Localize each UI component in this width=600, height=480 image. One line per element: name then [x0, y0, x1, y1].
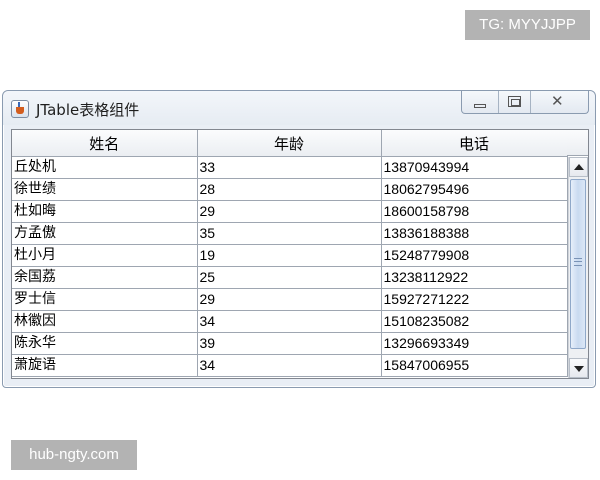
cell-age[interactable]: 39 — [197, 332, 382, 355]
cell-name[interactable]: 陈永华 — [12, 332, 198, 355]
cell-name[interactable]: 丘处机 — [12, 156, 198, 179]
table-row[interactable]: 杜如晦 29 18600158798 — [12, 200, 568, 223]
screen: TG: MYYJJPP JTable表格组件 ✕ 姓名 年龄 电话 丘处机 33… — [0, 0, 600, 480]
window-controls: ✕ — [461, 91, 589, 114]
table-row[interactable]: 陈永华 39 13296693349 — [12, 332, 568, 355]
column-header-name[interactable]: 姓名 — [12, 130, 198, 157]
title-bar[interactable]: JTable表格组件 ✕ — [3, 91, 595, 125]
table-row[interactable]: 徐世绩 28 18062795496 — [12, 178, 568, 201]
cell-phone[interactable]: 13296693349 — [381, 332, 568, 355]
watermark-top: TG: MYYJJPP — [465, 10, 590, 40]
cell-name[interactable]: 余国荔 — [12, 266, 198, 289]
cell-phone[interactable]: 15847006955 — [381, 354, 568, 377]
table-row[interactable]: 余国荔 25 13238112922 — [12, 266, 568, 289]
cell-name[interactable]: 杜小月 — [12, 244, 198, 267]
cell-age[interactable]: 29 — [197, 288, 382, 311]
cell-phone[interactable]: 13870943994 — [381, 156, 568, 179]
data-table: 姓名 年龄 电话 丘处机 33 13870943994 徐世绩 28 1806279549… — [12, 130, 568, 377]
table-header-row: 姓名 年龄 电话 — [12, 130, 568, 157]
cell-phone[interactable]: 15248779908 — [381, 244, 568, 267]
cell-phone[interactable]: 13238112922 — [381, 266, 568, 289]
arrow-down-icon — [574, 366, 584, 372]
watermark-bottom: hub-ngty.com — [11, 440, 137, 470]
cell-age[interactable]: 28 — [197, 178, 382, 201]
table-row[interactable]: 丘处机 33 13870943994 — [12, 156, 568, 179]
vertical-scrollbar[interactable] — [568, 157, 588, 378]
maximize-button[interactable] — [498, 91, 530, 113]
header-corner — [567, 130, 588, 156]
cell-name[interactable]: 杜如晦 — [12, 200, 198, 223]
close-button[interactable]: ✕ — [530, 91, 588, 113]
cell-age[interactable]: 29 — [197, 200, 382, 223]
table-row[interactable]: 萧旋语 34 15847006955 — [12, 354, 568, 377]
cell-phone[interactable]: 13836188388 — [381, 222, 568, 245]
table-row[interactable]: 林徽因 34 15108235082 — [12, 310, 568, 333]
column-header-age[interactable]: 年龄 — [197, 130, 382, 157]
cell-name[interactable]: 罗士信 — [12, 288, 198, 311]
cell-age[interactable]: 25 — [197, 266, 382, 289]
cell-phone[interactable]: 18600158798 — [381, 200, 568, 223]
cell-age[interactable]: 35 — [197, 222, 382, 245]
minimize-icon — [474, 104, 486, 108]
cell-name[interactable]: 方孟傲 — [12, 222, 198, 245]
cell-name[interactable]: 萧旋语 — [12, 354, 198, 377]
arrow-up-icon — [574, 164, 584, 170]
table-scroll-pane: 姓名 年龄 电话 丘处机 33 13870943994 徐世绩 28 1806279549… — [11, 129, 589, 379]
grip-icon — [574, 258, 582, 266]
cell-phone[interactable]: 15108235082 — [381, 310, 568, 333]
cell-age[interactable]: 33 — [197, 156, 382, 179]
close-icon: ✕ — [551, 92, 564, 110]
scroll-up-button[interactable] — [569, 157, 588, 177]
table-row[interactable]: 杜小月 19 15248779908 — [12, 244, 568, 267]
cell-age[interactable]: 34 — [197, 354, 382, 377]
cell-name[interactable]: 徐世绩 — [12, 178, 198, 201]
java-cup-icon — [11, 100, 29, 118]
table-row[interactable]: 罗士信 29 15927271222 — [12, 288, 568, 311]
cell-name[interactable]: 林徽因 — [12, 310, 198, 333]
scroll-down-button[interactable] — [569, 358, 588, 378]
cell-phone[interactable]: 15927271222 — [381, 288, 568, 311]
column-header-phone[interactable]: 电话 — [381, 130, 568, 157]
cell-phone[interactable]: 18062795496 — [381, 178, 568, 201]
scroll-thumb[interactable] — [570, 179, 586, 349]
cell-age[interactable]: 19 — [197, 244, 382, 267]
restore-icon — [508, 96, 521, 107]
cell-age[interactable]: 34 — [197, 310, 382, 333]
jtable-window: JTable表格组件 ✕ 姓名 年龄 电话 丘处机 33 13870943994… — [2, 90, 596, 388]
table-row[interactable]: 方孟傲 35 13836188388 — [12, 222, 568, 245]
window-title: JTable表格组件 — [36, 101, 140, 119]
minimize-button[interactable] — [462, 91, 498, 113]
